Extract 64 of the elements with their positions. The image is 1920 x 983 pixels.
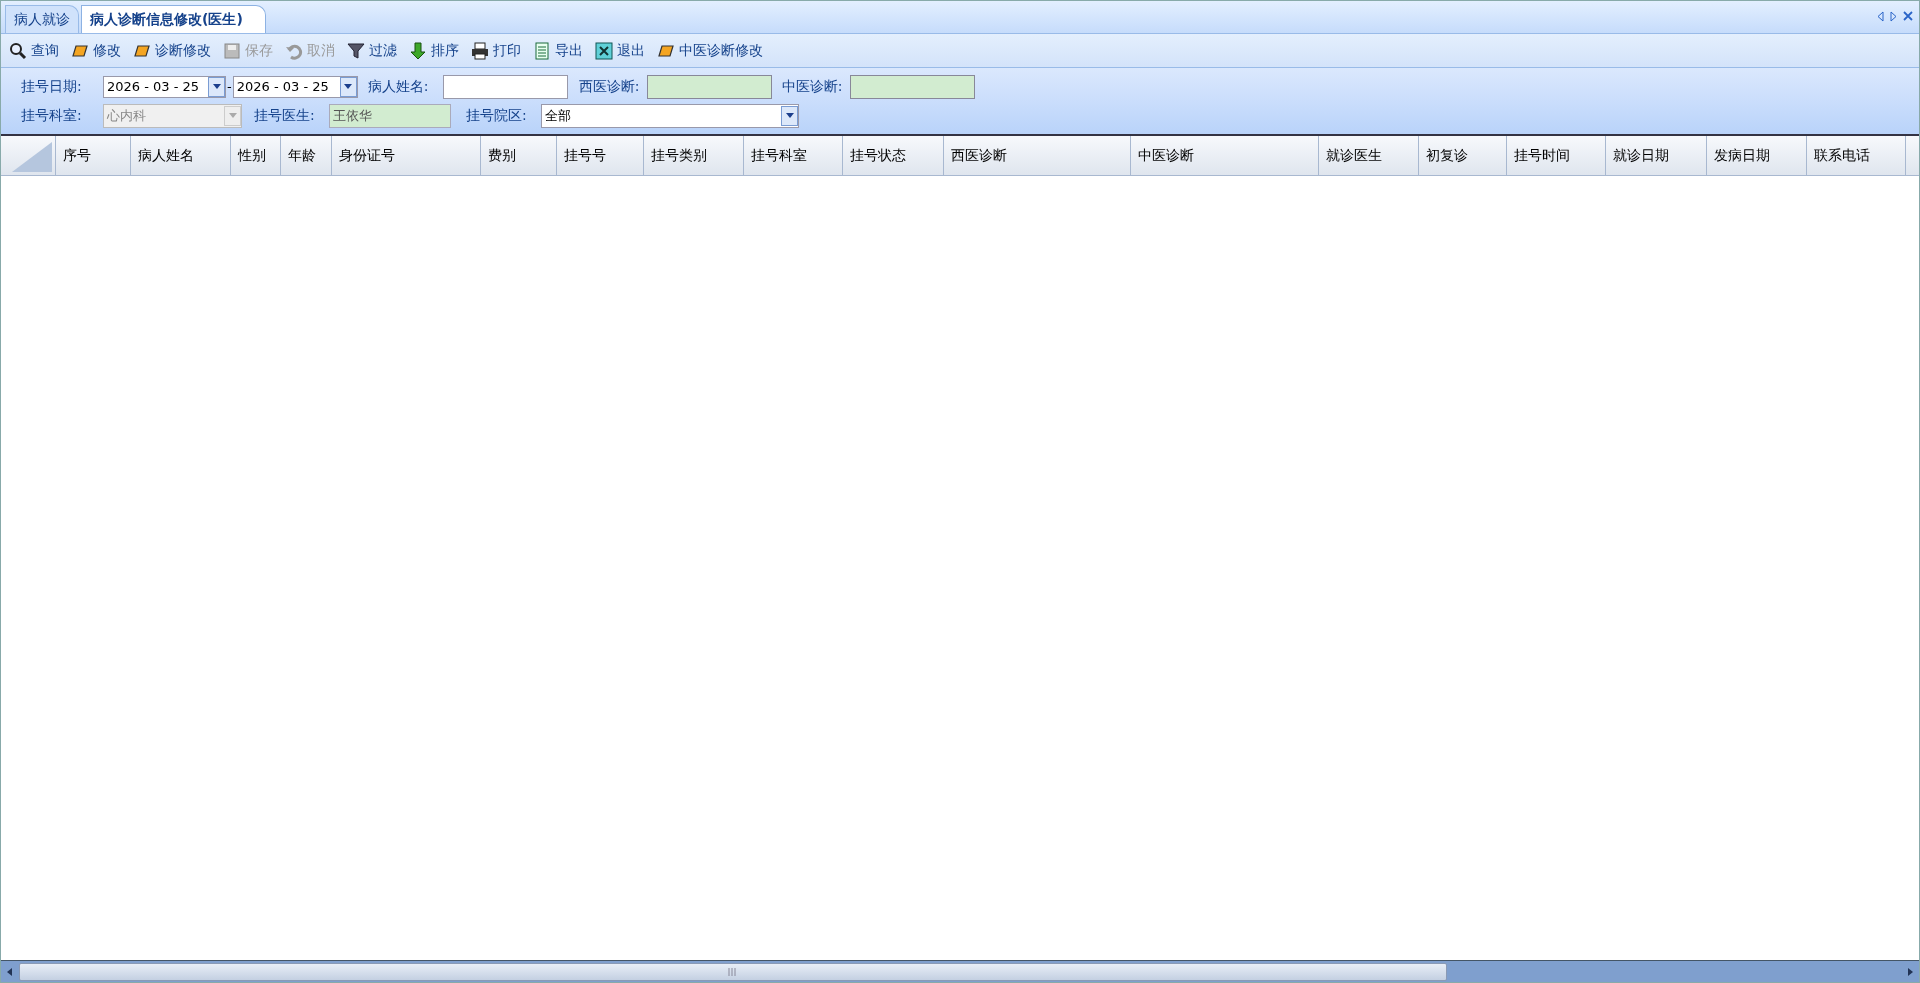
dropdown-button[interactable] (339, 76, 357, 97)
field-label: 挂号日期: (21, 77, 83, 96)
column-header[interactable]: 身份证号 (332, 136, 481, 175)
input-field[interactable] (849, 74, 975, 99)
tab[interactable]: 病人诊断信息修改(医生) (81, 5, 266, 33)
caret-icon (228, 113, 237, 118)
dropdown-field[interactable]: 全部 (541, 103, 799, 128)
dropdown-button[interactable] (781, 105, 798, 126)
toolbar-button[interactable]: 中医诊断修改 (655, 37, 765, 64)
column-header[interactable]: 发病日期 (1707, 136, 1807, 175)
toolbar-button[interactable]: 诊断修改 (131, 37, 213, 64)
column-header[interactable]: 性别 (231, 136, 281, 175)
column-header[interactable]: 挂号状态 (843, 136, 944, 175)
filter-icon (347, 41, 365, 60)
column-header[interactable]: 中医诊断 (1131, 136, 1319, 175)
input-field[interactable]: 王依华 (329, 103, 451, 128)
close-icon[interactable] (1903, 11, 1913, 21)
sheet-icon (533, 41, 551, 60)
caret-icon (212, 84, 221, 89)
column-header[interactable]: 挂号号 (557, 136, 644, 175)
column-header[interactable]: 西医诊断 (944, 136, 1131, 175)
caret-icon (344, 84, 353, 89)
field-label: 挂号院区: (466, 106, 528, 125)
field-label: 挂号科室: (21, 106, 83, 125)
corner-triangle-icon (12, 142, 52, 172)
toolbar-button[interactable]: 过滤 (345, 37, 399, 64)
toolbar-button[interactable]: 退出 (593, 37, 647, 64)
date-field[interactable]: 2026 - 03 - 25 (103, 75, 226, 98)
column-header[interactable]: 挂号时间 (1507, 136, 1606, 175)
range-separator: - (226, 77, 233, 96)
close-icon (595, 41, 613, 60)
toolbar-button[interactable]: 排序 (407, 37, 461, 64)
toolbar-button[interactable]: 打印 (469, 37, 523, 64)
field-label: 挂号医生: (254, 106, 316, 125)
search-icon (9, 41, 27, 60)
column-header[interactable]: 病人姓名 (131, 136, 231, 175)
field-label: 西医诊断: (578, 77, 641, 96)
field-label: 病人姓名: (367, 77, 430, 96)
floppy-icon (223, 41, 241, 60)
input-field[interactable] (646, 74, 772, 99)
column-header[interactable]: 联系电话 (1807, 136, 1906, 175)
toolbar-button[interactable]: 导出 (531, 37, 585, 64)
column-header[interactable]: 年龄 (281, 136, 332, 175)
column-header[interactable]: 初复诊 (1419, 136, 1507, 175)
field-label: 中医诊断: (781, 77, 844, 96)
scrollbar-thumb[interactable] (19, 962, 1447, 981)
toolbar-button[interactable]: 查询 (7, 37, 61, 64)
grip-icon (728, 966, 738, 977)
input-field[interactable] (442, 74, 568, 99)
date-field[interactable]: 2026 - 03 - 25 (232, 75, 358, 98)
scroll-right-icon[interactable] (1890, 11, 1897, 22)
scroll-left-icon[interactable] (1877, 11, 1884, 22)
column-header[interactable]: 序号 (56, 136, 131, 175)
tab[interactable]: 病人就诊 (5, 5, 79, 33)
column-header[interactable]: 挂号科室 (744, 136, 843, 175)
toolbar-button[interactable]: 修改 (69, 37, 123, 64)
column-header[interactable]: 就诊医生 (1319, 136, 1419, 175)
dropdown-button[interactable] (208, 76, 225, 97)
down-arrow-icon (409, 41, 427, 60)
caret-icon (785, 113, 794, 118)
printer-icon (471, 41, 489, 60)
column-header[interactable]: 就诊日期 (1606, 136, 1707, 175)
column-header[interactable]: 费别 (481, 136, 557, 175)
column-header[interactable]: 挂号类别 (644, 136, 744, 175)
